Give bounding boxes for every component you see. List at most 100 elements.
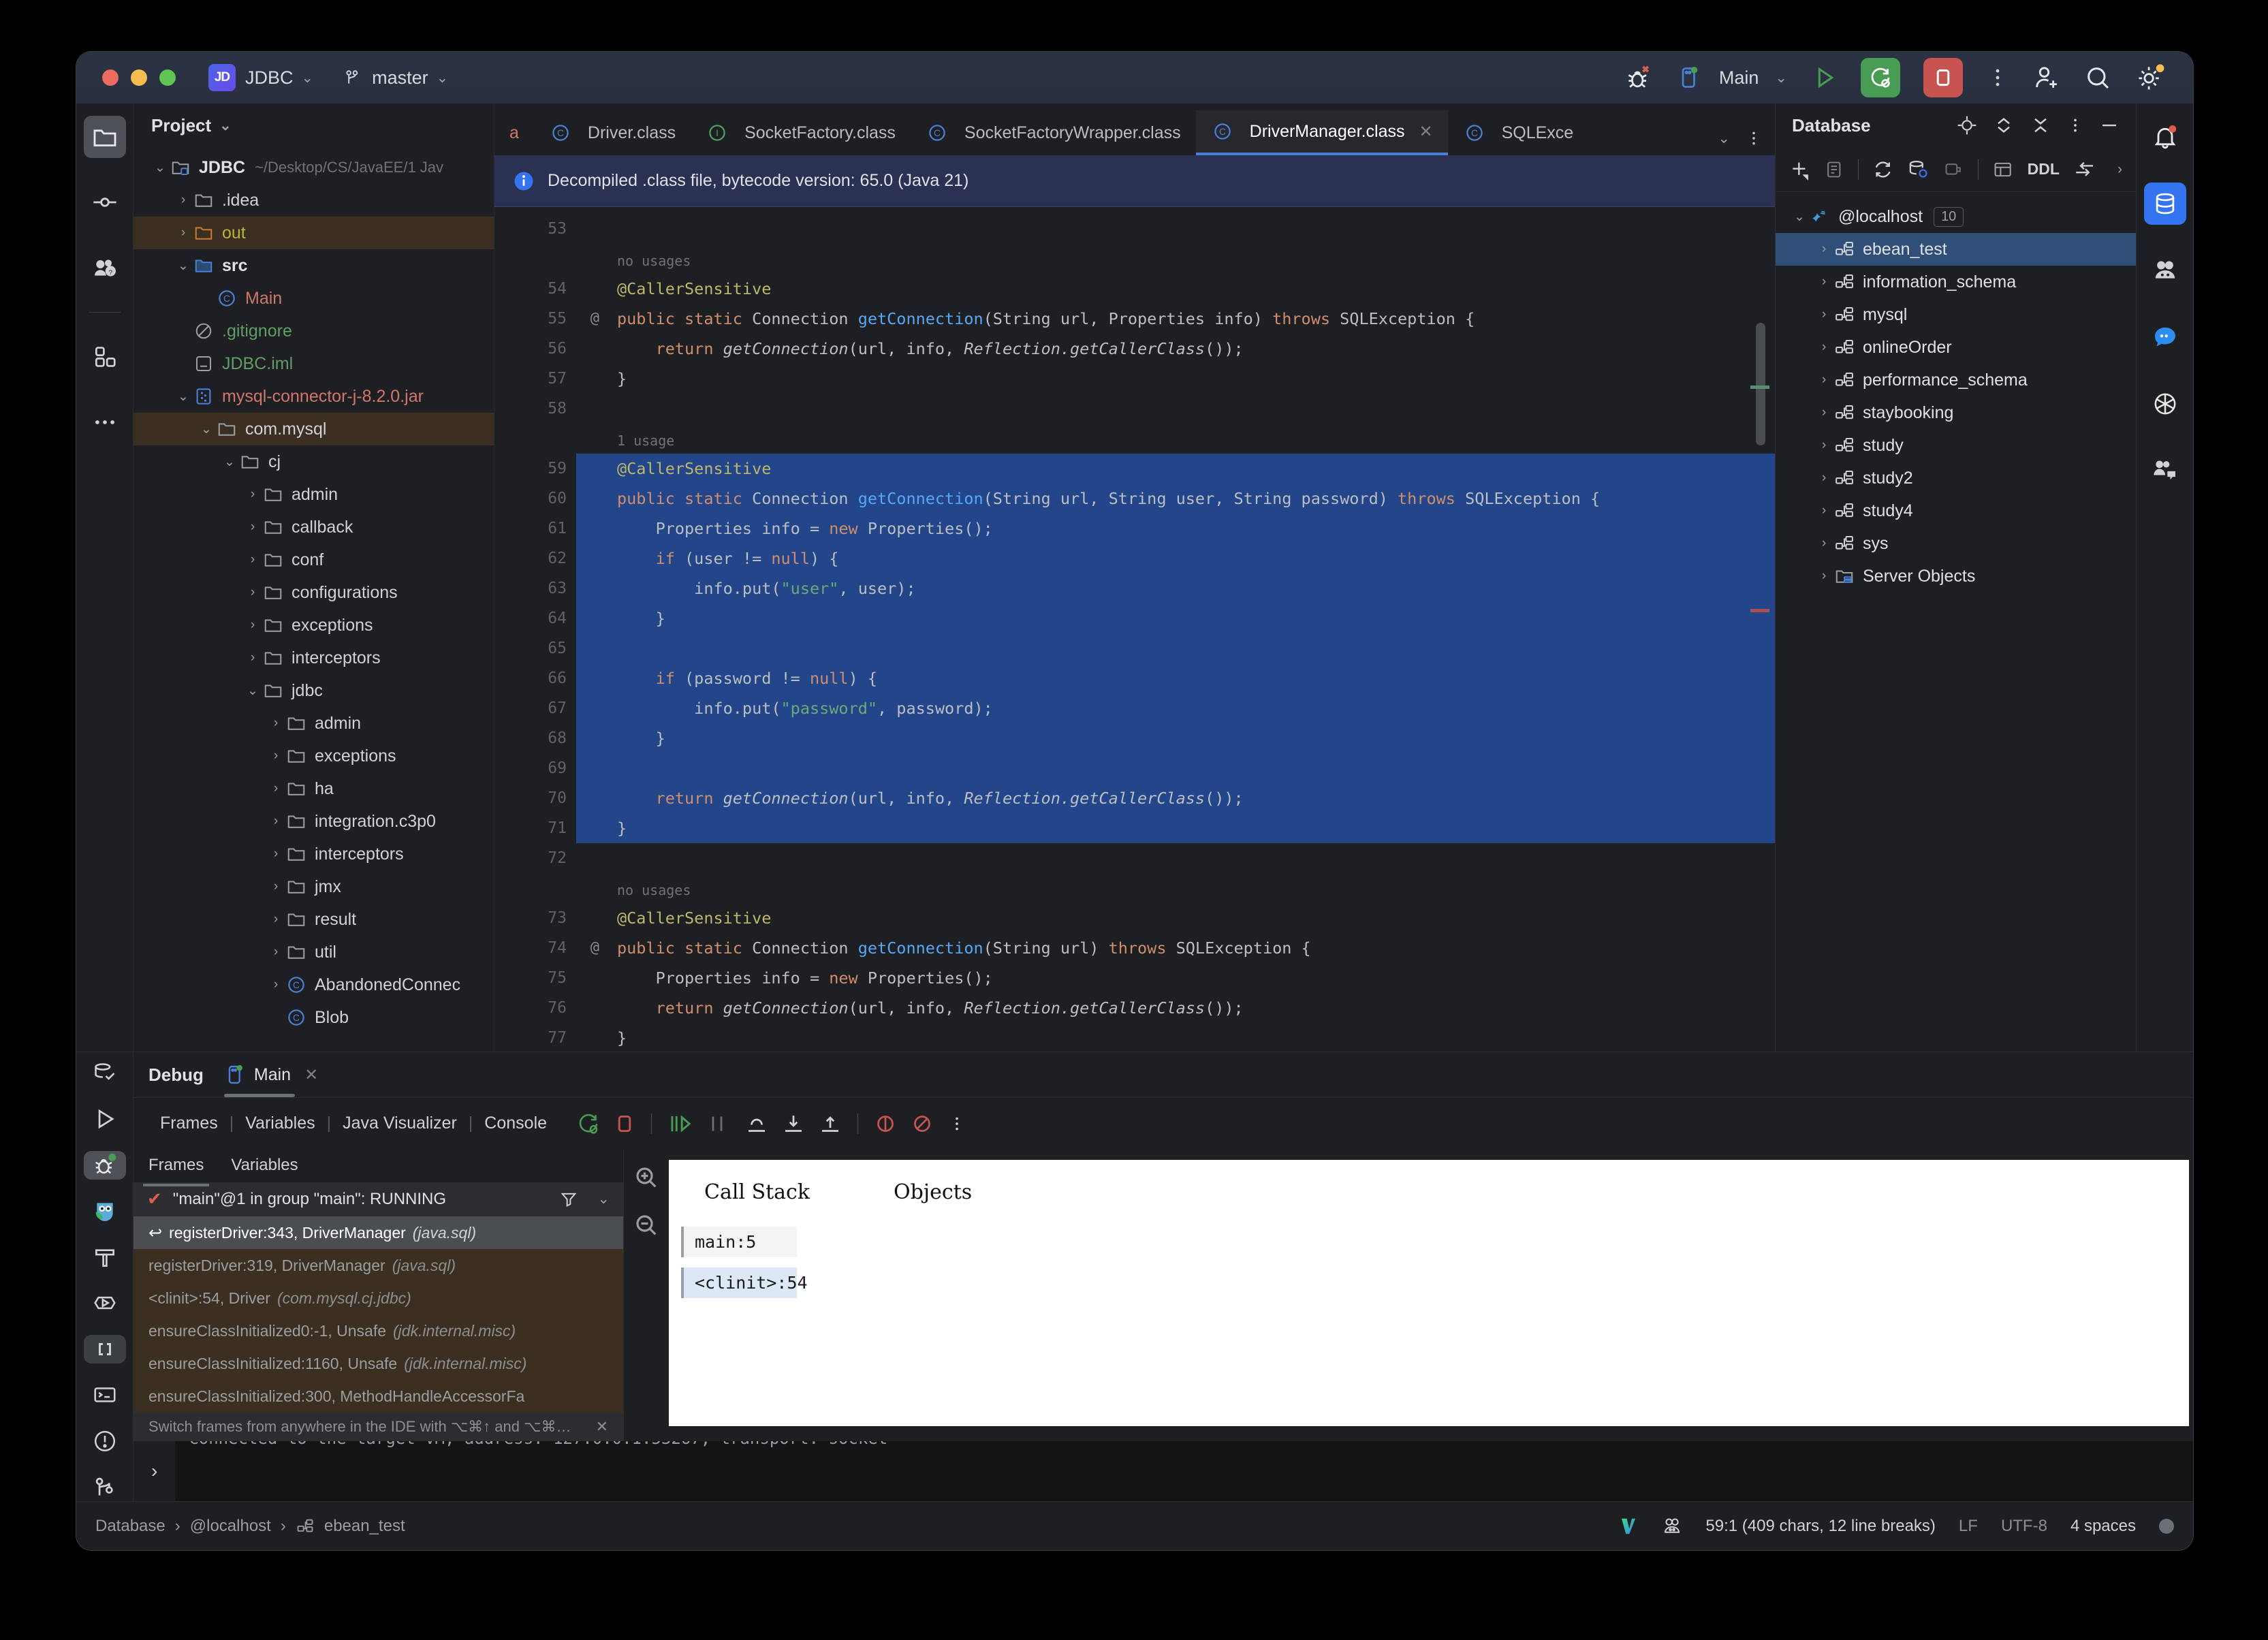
code-line[interactable] bbox=[576, 633, 1775, 663]
sidebar-item-code-with-me[interactable] bbox=[2144, 450, 2186, 492]
close-session-icon[interactable]: ✕ bbox=[304, 1065, 318, 1085]
chevron-right-icon[interactable]: › bbox=[1815, 307, 1833, 322]
project-tree-item[interactable]: ⌄mysql-connector-j-8.2.0.jar bbox=[133, 380, 494, 413]
code-line[interactable] bbox=[576, 394, 1775, 424]
close-tab-icon[interactable]: ✕ bbox=[1419, 122, 1433, 142]
usage-hint[interactable]: no usages bbox=[576, 244, 1775, 274]
project-tree-item[interactable]: ⌄src bbox=[133, 249, 494, 282]
sidebar-item-project[interactable] bbox=[84, 116, 126, 158]
editor-tab[interactable]: CDriverManager.class✕ bbox=[1196, 110, 1448, 155]
chevron-right-icon[interactable]: › bbox=[267, 781, 285, 796]
chevron-right-icon[interactable]: › bbox=[244, 650, 262, 665]
chevron-right-icon[interactable]: › bbox=[1815, 242, 1833, 257]
chevron-down-icon[interactable]: ⌄ bbox=[437, 69, 449, 86]
chevron-down-icon[interactable]: ⌄ bbox=[198, 422, 215, 437]
sidebar-item-services[interactable] bbox=[84, 1289, 126, 1318]
zoom-in-icon[interactable] bbox=[633, 1164, 660, 1191]
chevron-right-icon[interactable]: › bbox=[244, 618, 262, 633]
chevron-right-icon[interactable]: › bbox=[1815, 471, 1833, 486]
code-line[interactable]: Properties info = new Properties(); bbox=[576, 963, 1775, 993]
sidebar-item-ai-assistant[interactable] bbox=[2144, 249, 2186, 291]
database-tree-item[interactable]: ›onlineOrder bbox=[1776, 331, 2136, 364]
breadcrumb[interactable]: Database › @localhost › ebean_test bbox=[95, 1517, 405, 1536]
sidebar-item-database-check[interactable] bbox=[84, 1059, 126, 1088]
stack-frame-cell[interactable]: main:5 bbox=[681, 1227, 797, 1257]
project-tree-item[interactable]: ›callback bbox=[133, 511, 494, 543]
project-tree-item[interactable]: ⌄jdbc bbox=[133, 674, 494, 707]
project-tree-item[interactable]: ›admin bbox=[133, 478, 494, 511]
step-over-icon[interactable] bbox=[744, 1111, 769, 1136]
datasource-properties-icon[interactable] bbox=[1907, 157, 1930, 182]
editor-tab[interactable]: CDriver.class bbox=[534, 110, 691, 155]
chevron-right-icon[interactable]: › bbox=[174, 193, 192, 208]
sidebar-item-build[interactable] bbox=[84, 1243, 126, 1272]
chevron-down-icon[interactable]: ⌄ bbox=[244, 683, 262, 699]
database-tree-item[interactable]: ›ebean_test bbox=[1776, 233, 2136, 266]
project-tree-item[interactable]: ⌄cj bbox=[133, 445, 494, 478]
database-tree-item[interactable]: ›information_schema bbox=[1776, 266, 2136, 298]
settings-gear-icon[interactable] bbox=[2135, 63, 2164, 93]
resume-program-icon[interactable] bbox=[667, 1111, 693, 1137]
run-button[interactable] bbox=[1810, 64, 1838, 91]
project-tree-item[interactable]: ›configurations bbox=[133, 576, 494, 609]
sidebar-item-notifications[interactable] bbox=[2144, 116, 2186, 158]
sidebar-item-problems[interactable] bbox=[84, 1427, 126, 1455]
chevron-right-icon[interactable]: › bbox=[1815, 274, 1833, 289]
step-out-icon[interactable] bbox=[818, 1111, 842, 1136]
project-tree-item[interactable]: ⌄com.mysql bbox=[133, 413, 494, 445]
step-into-icon[interactable] bbox=[781, 1111, 806, 1136]
chevron-right-icon[interactable]: › bbox=[1815, 438, 1833, 453]
table-view-icon[interactable] bbox=[1992, 158, 2013, 181]
caret-position[interactable]: 59:1 (409 chars, 12 line breaks) bbox=[1705, 1517, 1936, 1536]
database-tree-item[interactable]: ›staybooking bbox=[1776, 396, 2136, 429]
chevron-down-icon[interactable]: ⌄ bbox=[219, 117, 232, 134]
project-tree-item[interactable]: ›CAbandonedConnec bbox=[133, 968, 494, 1001]
code-line[interactable]: } bbox=[576, 1023, 1775, 1052]
minimize-window-button[interactable] bbox=[131, 69, 147, 86]
code-line[interactable]: Properties info = new Properties(); bbox=[576, 514, 1775, 543]
more-actions-button[interactable] bbox=[1986, 66, 2009, 89]
code-line[interactable]: public static Connection getConnection(S… bbox=[576, 933, 1775, 963]
project-tree-item[interactable]: ›interceptors bbox=[133, 642, 494, 674]
project-name[interactable]: JDBC bbox=[245, 67, 294, 89]
code-line[interactable]: public static Connection getConnection(S… bbox=[576, 484, 1775, 514]
project-tree-item[interactable]: ›interceptors bbox=[133, 838, 494, 870]
chevron-down-icon[interactable]: ⌄ bbox=[597, 1190, 610, 1208]
debug-tab-frames[interactable]: Frames bbox=[148, 1114, 230, 1133]
sidebar-item-structure[interactable] bbox=[84, 336, 126, 378]
database-tree-item[interactable]: ›study bbox=[1776, 429, 2136, 462]
chevron-right-icon[interactable]: › bbox=[1815, 373, 1833, 388]
project-tree-item[interactable]: ›JDBC.iml bbox=[133, 347, 494, 380]
breadcrumb-database[interactable]: Database bbox=[95, 1517, 166, 1536]
chevron-right-icon[interactable]: › bbox=[1815, 569, 1833, 584]
project-tree-item[interactable]: ›.idea bbox=[133, 184, 494, 217]
project-tree-item[interactable]: ›exceptions bbox=[133, 740, 494, 772]
code-line[interactable]: return getConnection(url, info, Reflecti… bbox=[576, 783, 1775, 813]
database-tree-item[interactable]: ›sys bbox=[1776, 527, 2136, 560]
debug-tab-variables[interactable]: Variables bbox=[234, 1114, 326, 1133]
project-tree-item[interactable]: ›CBlob bbox=[133, 1001, 494, 1034]
project-tree-item[interactable]: ›admin bbox=[133, 707, 494, 740]
tab-list-chevron-icon[interactable]: ⌄ bbox=[1718, 130, 1730, 147]
chevron-right-icon[interactable]: › bbox=[1815, 405, 1833, 420]
editor-tab[interactable]: a bbox=[494, 110, 534, 155]
mute-breakpoints-icon[interactable] bbox=[910, 1111, 934, 1136]
usage-hint[interactable]: 1 usage bbox=[576, 424, 1775, 454]
project-tree-item[interactable]: ›conf bbox=[133, 543, 494, 576]
search-icon[interactable] bbox=[2084, 64, 2111, 91]
thread-selector[interactable]: ✔ "main"@1 in group "main": RUNNING ⌄ bbox=[133, 1182, 623, 1216]
chevron-right-icon[interactable]: › bbox=[267, 847, 285, 862]
close-window-button[interactable] bbox=[102, 69, 119, 86]
frames-list[interactable]: ↩registerDriver:343, DriverManager(java.… bbox=[133, 1216, 623, 1413]
chevron-right-icon[interactable]: › bbox=[267, 912, 285, 927]
sidebar-item-run[interactable] bbox=[84, 1105, 126, 1134]
project-tree-item[interactable]: ›ha bbox=[133, 772, 494, 805]
chevron-down-icon[interactable]: ⌄ bbox=[151, 160, 169, 176]
frames-subtabs[interactable]: Frames Variables bbox=[133, 1149, 623, 1182]
subtab-variables[interactable]: Variables bbox=[231, 1156, 298, 1175]
line-separator[interactable]: LF bbox=[1959, 1517, 1978, 1536]
debug-disabled-icon[interactable] bbox=[1624, 63, 1654, 93]
chevron-right-icon[interactable]: › bbox=[267, 748, 285, 763]
new-query-console-icon[interactable] bbox=[1824, 159, 1844, 180]
database-tree-item[interactable]: ›Server Objects bbox=[1776, 560, 2136, 593]
